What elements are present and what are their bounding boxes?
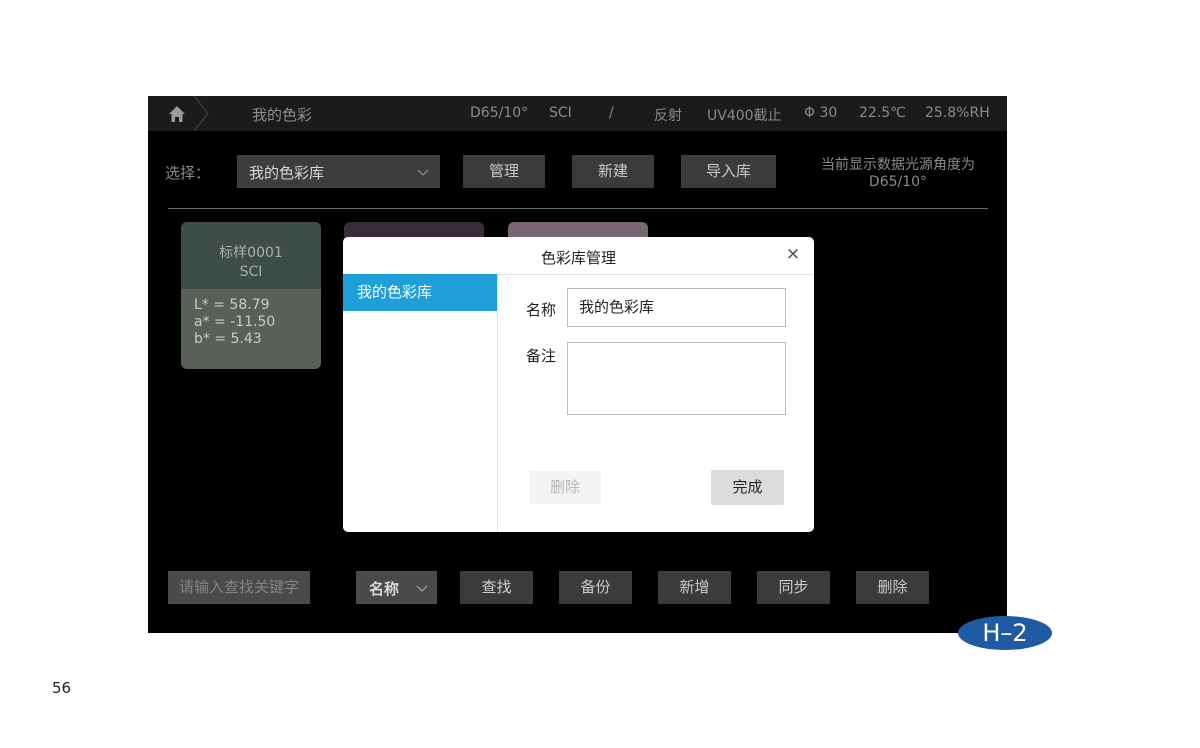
name-label: 名称 bbox=[526, 301, 557, 319]
sample-name: 标样0001 bbox=[219, 245, 283, 261]
done-button[interactable]: 完成 bbox=[711, 470, 784, 505]
new-library-button[interactable]: 新建 bbox=[572, 155, 654, 188]
add-button[interactable]: 新增 bbox=[658, 571, 731, 604]
chevron-down-icon bbox=[416, 164, 430, 178]
sample-mode: SCI bbox=[239, 264, 263, 280]
toolbar-divider bbox=[168, 208, 988, 209]
b-value: b* = 5.43 bbox=[194, 331, 262, 347]
remark-label: 备注 bbox=[526, 347, 557, 365]
find-button[interactable]: 查找 bbox=[460, 571, 533, 604]
sync-button[interactable]: 同步 bbox=[757, 571, 830, 604]
library-select-value: 我的色彩库 bbox=[249, 164, 325, 182]
delete-button[interactable]: 删除 bbox=[856, 571, 929, 604]
remark-field[interactable] bbox=[567, 342, 786, 415]
illuminant-note: 当前显示数据光源角度为 D65/10° bbox=[798, 157, 998, 191]
top-status-bar: 我的色彩 D65/10° SCI / 反射 UV400截止 Φ 30 22.5℃… bbox=[148, 95, 1007, 132]
section-badge: H–2 bbox=[958, 616, 1052, 650]
library-select[interactable]: 我的色彩库 bbox=[237, 155, 440, 188]
l-value: L* = 58.79 bbox=[194, 297, 270, 313]
chevron-down-icon bbox=[415, 580, 429, 594]
temperature-status: 22.5℃ bbox=[859, 105, 906, 121]
card-values: L* = 58.79 a* = -11.50 b* = 5.43 bbox=[181, 289, 321, 348]
page-title: 我的色彩 bbox=[252, 106, 313, 124]
select-label: 选择： bbox=[165, 164, 211, 182]
a-value: a* = -11.50 bbox=[194, 314, 276, 330]
breadcrumb-separator bbox=[192, 95, 212, 132]
humidity-status: 25.8%RH bbox=[925, 105, 990, 121]
home-icon[interactable] bbox=[168, 105, 186, 123]
card-header: 标样0001 SCI bbox=[181, 222, 321, 289]
backup-button[interactable]: 备份 bbox=[559, 571, 632, 604]
mode-status: SCI bbox=[549, 105, 572, 121]
aperture-status: Φ 30 bbox=[804, 105, 838, 121]
page-number: 56 bbox=[52, 679, 72, 697]
dialog-header: 色彩库管理 × bbox=[343, 237, 814, 275]
illuminant-note-line2: D65/10° bbox=[868, 174, 928, 190]
uv-status: UV400截止 bbox=[707, 108, 782, 124]
dialog-library-list: 我的色彩库 bbox=[343, 274, 498, 532]
search-field-select[interactable]: 名称 bbox=[356, 571, 437, 604]
name-field[interactable]: 我的色彩库 bbox=[567, 288, 786, 327]
color-sample-card[interactable]: 标样0001 SCI L* = 58.79 a* = -11.50 b* = 5… bbox=[181, 222, 321, 369]
library-list-item[interactable]: 我的色彩库 bbox=[343, 274, 497, 311]
search-input[interactable]: 请输入查找关键字 bbox=[168, 571, 310, 604]
measure-status: 反射 bbox=[654, 108, 682, 124]
library-manage-dialog: 色彩库管理 × 我的色彩库 名称 我的色彩库 备注 删除 完成 bbox=[343, 237, 814, 532]
search-field-value: 名称 bbox=[369, 580, 400, 598]
dialog-title: 色彩库管理 bbox=[540, 249, 616, 267]
close-icon[interactable]: × bbox=[784, 245, 802, 263]
manage-button[interactable]: 管理 bbox=[463, 155, 545, 188]
dialog-delete-button[interactable]: 删除 bbox=[529, 471, 601, 504]
import-library-button[interactable]: 导入库 bbox=[681, 155, 776, 188]
illuminant-note-line1: 当前显示数据光源角度为 bbox=[821, 157, 975, 173]
illuminant-status: D65/10° bbox=[470, 105, 529, 121]
status-slash: / bbox=[609, 105, 614, 121]
